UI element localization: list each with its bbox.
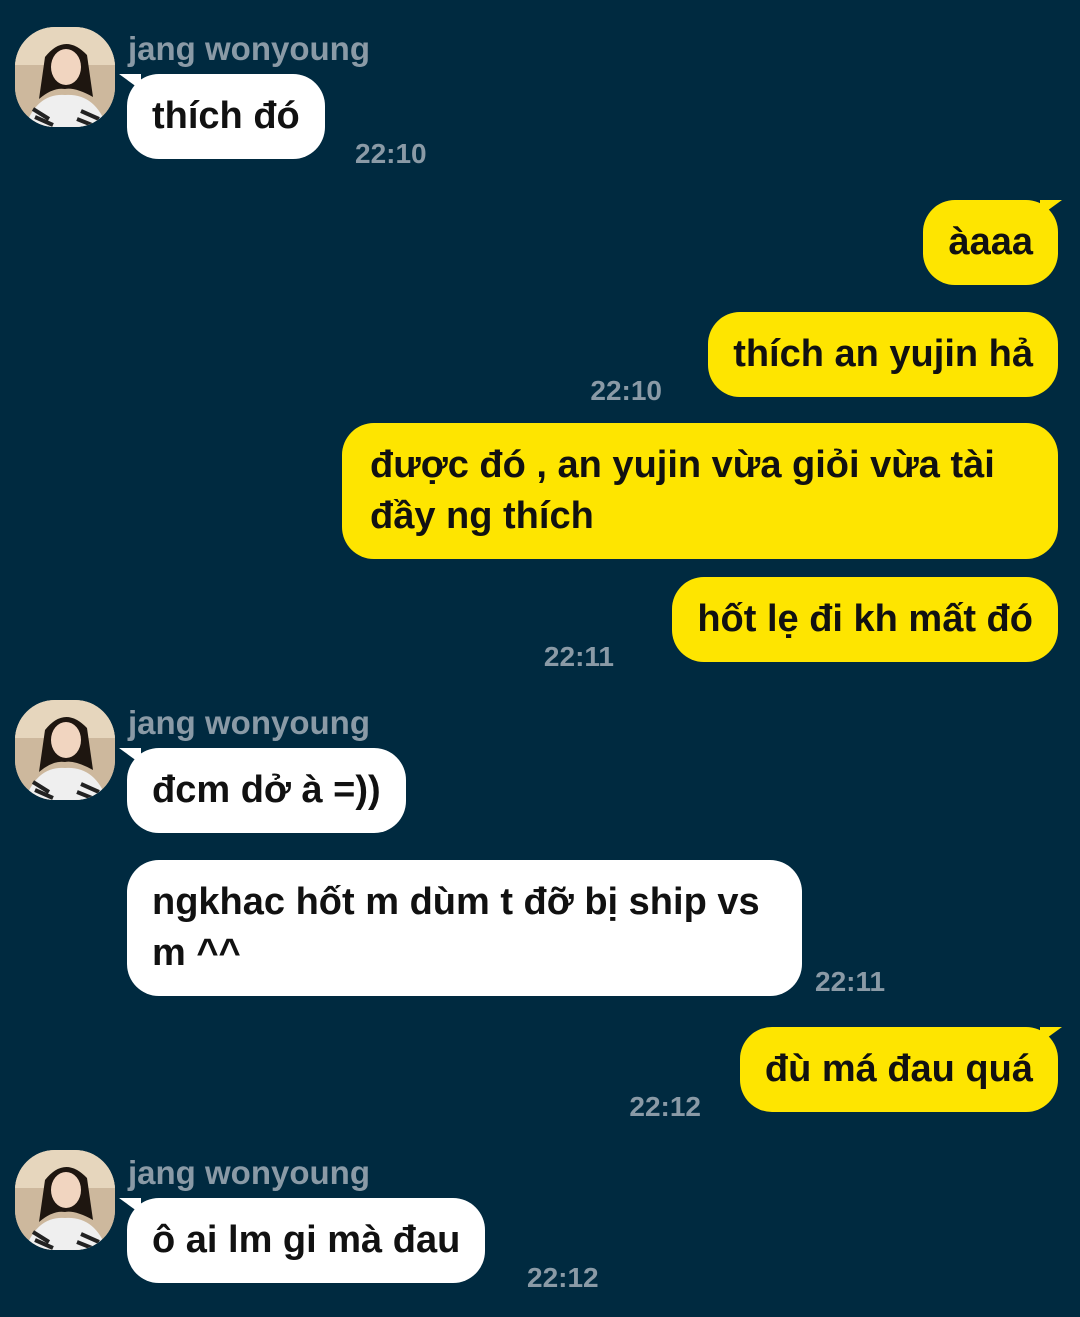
message-timestamp: 22:10 xyxy=(355,138,427,169)
message-bubble-incoming[interactable]: đcm dở à =)) xyxy=(127,748,406,833)
message-bubble-outgoing[interactable]: àaaa xyxy=(923,200,1058,285)
message-timestamp: 22:12 xyxy=(629,1091,701,1122)
message-bubble-incoming[interactable]: ngkhac hốt m dùm t đỡ bị ship vs m ^^ xyxy=(127,860,802,996)
avatar-photo-icon xyxy=(15,700,115,800)
sender-name: jang wonyoung xyxy=(128,1154,370,1191)
message-bubble-outgoing[interactable]: hốt lẹ đi kh mất đó xyxy=(672,577,1058,662)
avatar-photo-icon xyxy=(15,27,115,127)
message-bubble-incoming[interactable]: ô ai lm gi mà đau xyxy=(127,1198,486,1283)
message-bubble-outgoing[interactable]: đù má đau quá xyxy=(739,1027,1058,1112)
message-timestamp: 22:10 xyxy=(590,375,662,406)
message-timestamp: 22:11 xyxy=(543,641,614,672)
contact-avatar[interactable] xyxy=(15,700,115,800)
avatar-photo-icon xyxy=(15,1150,115,1250)
sender-name: jang wonyoung xyxy=(128,704,370,741)
message-bubble-outgoing[interactable]: được đó , an yujin vừa giỏi vừa tài đầy … xyxy=(342,423,1058,559)
message-bubble-outgoing[interactable]: thích an yujin hả xyxy=(708,312,1058,397)
sender-name: jang wonyoung xyxy=(128,30,370,67)
contact-avatar[interactable] xyxy=(15,27,115,127)
message-bubble-incoming[interactable]: thích đó xyxy=(127,74,325,159)
message-timestamp: 22:11 xyxy=(815,966,886,997)
contact-avatar[interactable] xyxy=(15,1150,115,1250)
message-timestamp: 22:12 xyxy=(527,1262,599,1293)
